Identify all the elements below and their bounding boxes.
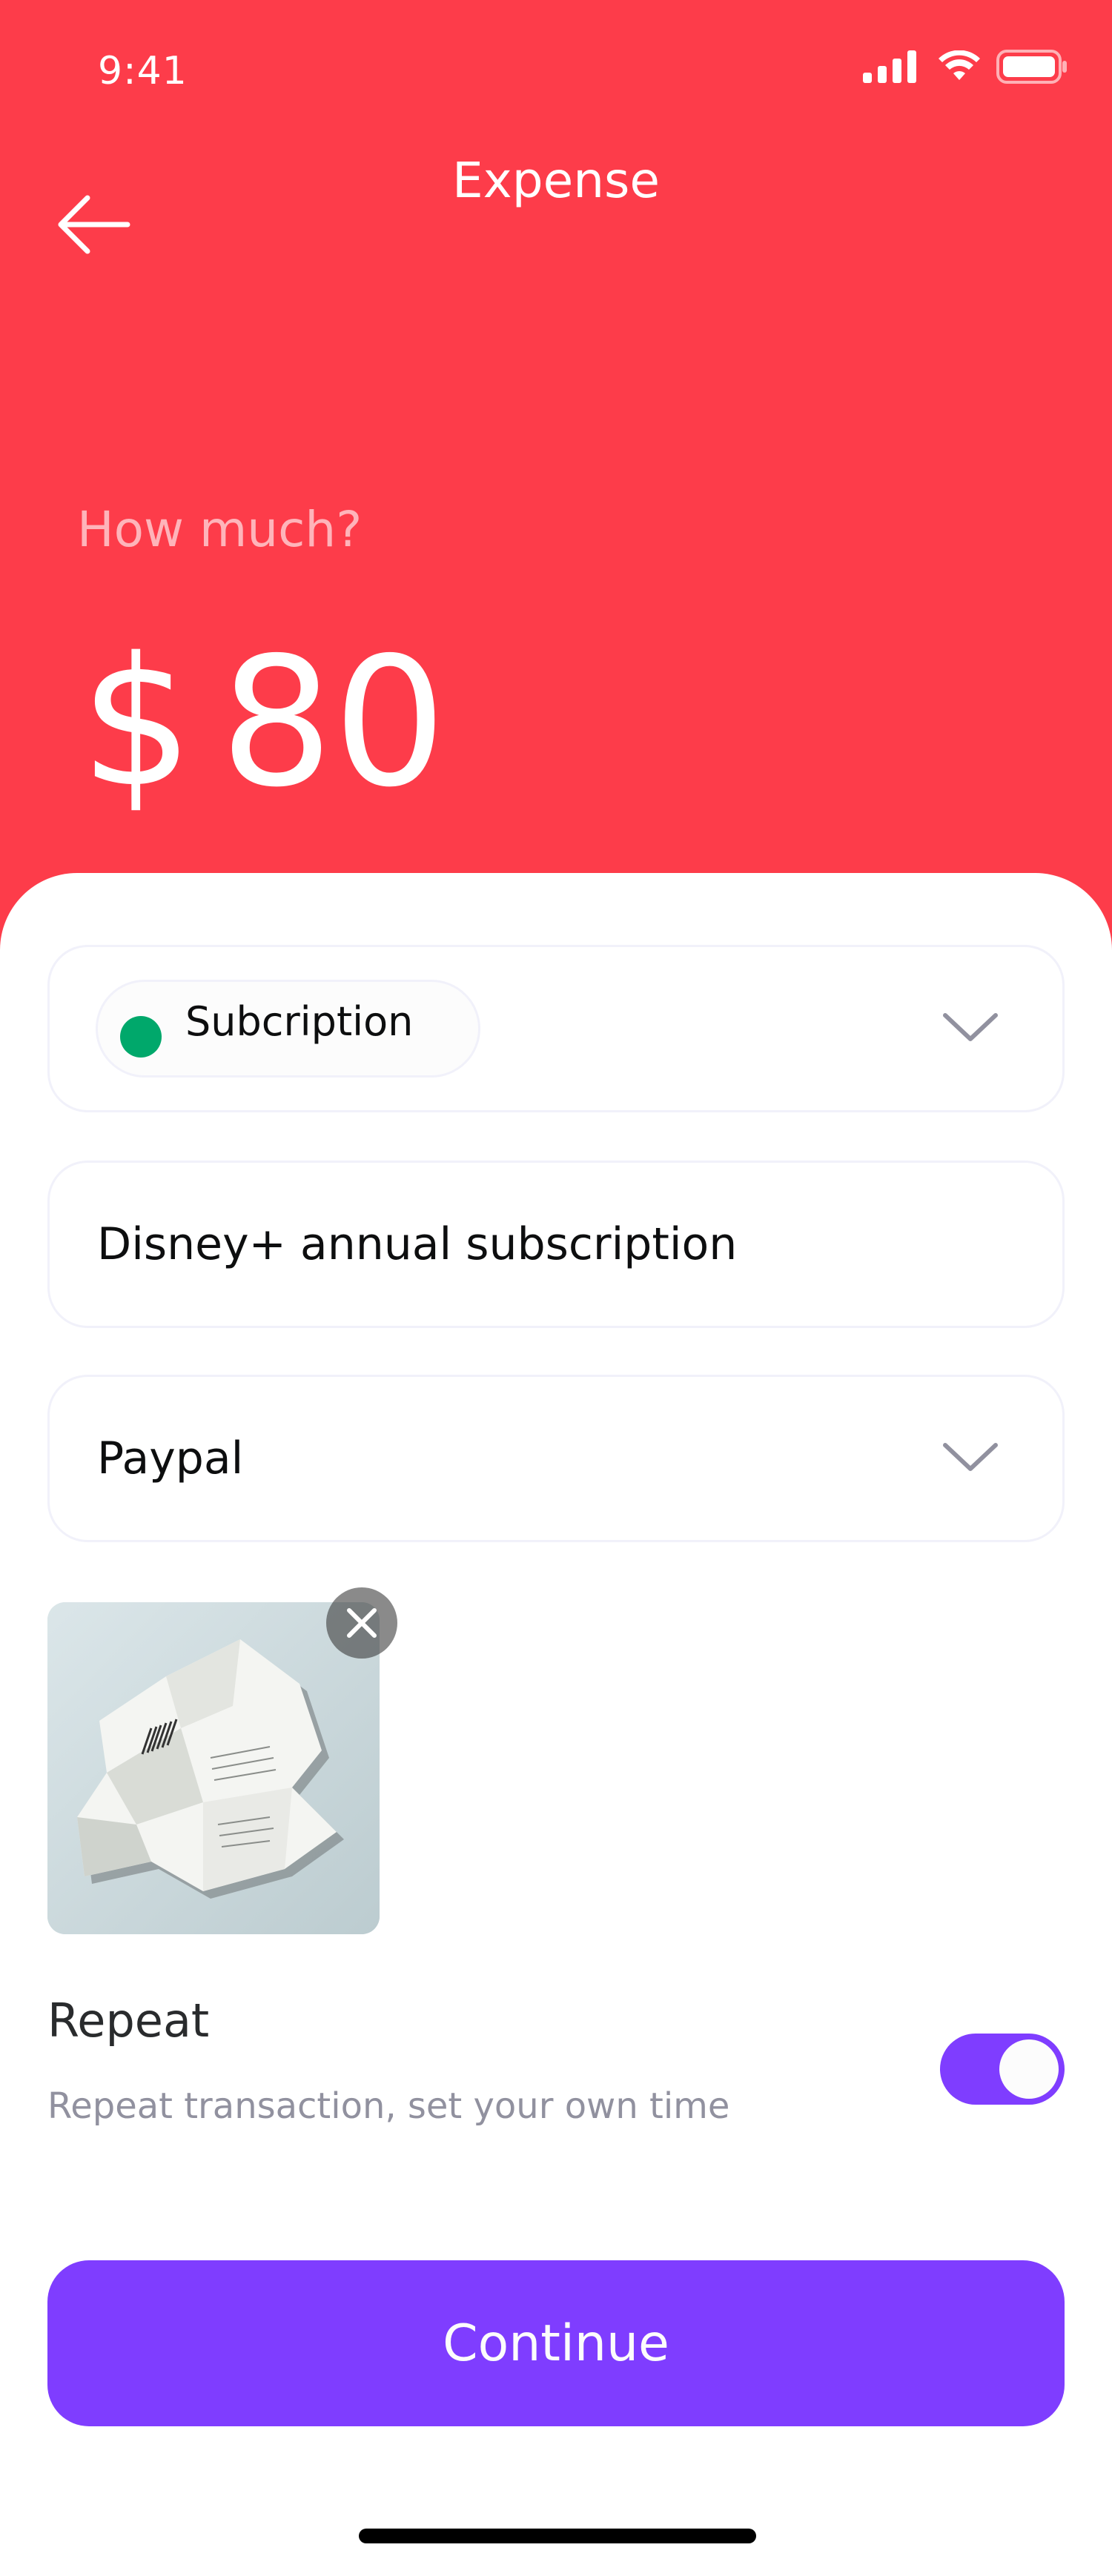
description-field[interactable]: Disney+ annual subscription bbox=[47, 1161, 1065, 1328]
continue-button[interactable]: Continue bbox=[47, 2260, 1065, 2426]
home-indicator bbox=[359, 2529, 756, 2543]
wifi-icon bbox=[939, 50, 980, 80]
chevron-down-icon bbox=[943, 1013, 998, 1041]
category-color-dot bbox=[120, 1016, 162, 1058]
repeat-title: Repeat bbox=[47, 1994, 210, 2048]
receipt-photo bbox=[47, 1602, 380, 1934]
remove-attachment-button[interactable] bbox=[326, 1587, 397, 1659]
amount-display[interactable]: $ 80 bbox=[80, 634, 446, 811]
toggle-knob bbox=[999, 2039, 1059, 2099]
amount-value: 80 bbox=[219, 619, 447, 826]
add-expense-screen: 9:41 Expense How much? $ 80 Subcription … bbox=[0, 0, 1112, 2576]
status-time: 9:41 bbox=[98, 49, 188, 93]
wallet-value: Paypal bbox=[97, 1433, 244, 1484]
attachment-thumbnail[interactable] bbox=[47, 1602, 380, 1934]
repeat-toggle[interactable] bbox=[940, 2034, 1065, 2105]
page-title: Expense bbox=[451, 152, 661, 209]
cellular-signal-icon bbox=[863, 50, 916, 83]
chevron-down-icon bbox=[943, 1443, 998, 1471]
repeat-description: Repeat transaction, set your own time bbox=[47, 2085, 730, 2127]
wallet-select[interactable]: Paypal bbox=[47, 1375, 1065, 1542]
category-chip: Subcription bbox=[96, 980, 481, 1078]
description-value: Disney+ annual subscription bbox=[97, 1218, 738, 1270]
status-icons bbox=[863, 46, 1068, 87]
amount-prompt: How much? bbox=[77, 501, 363, 558]
category-select[interactable]: Subcription bbox=[47, 945, 1065, 1112]
category-label: Subcription bbox=[185, 997, 414, 1045]
currency-symbol: $ bbox=[80, 619, 193, 826]
battery-icon bbox=[996, 50, 1067, 84]
close-icon bbox=[347, 1608, 377, 1638]
